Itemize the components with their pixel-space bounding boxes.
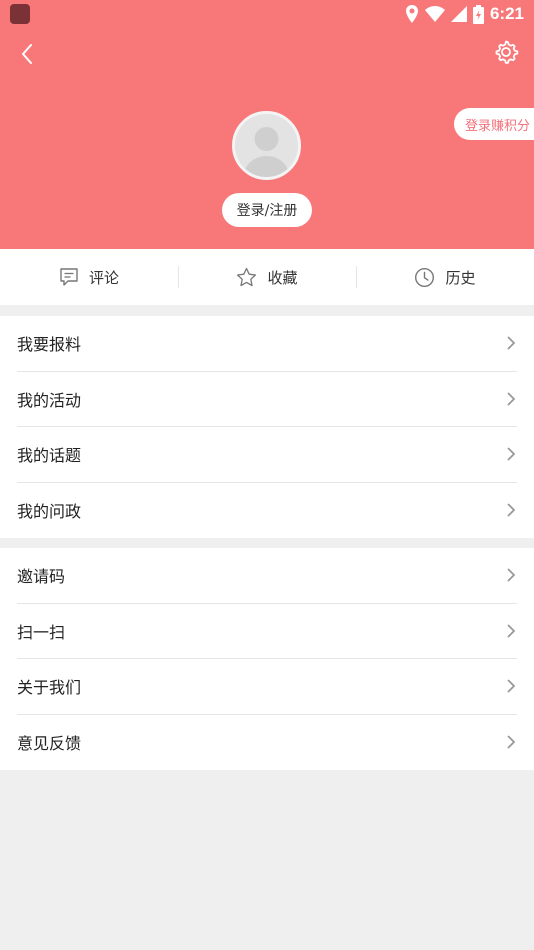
quick-action-favorites[interactable]: 收藏 [178,249,356,305]
menu-item-report-news[interactable]: 我要报料 [17,316,517,372]
menu-item-about-us[interactable]: 关于我们 [17,659,517,715]
menu-group-primary: 我要报料 我的活动 我的话题 我的问政 [0,316,534,538]
chevron-right-icon [507,679,516,693]
menu-item-label: 意见反馈 [17,734,82,754]
location-icon [405,5,418,23]
menu-group-secondary: 邀请码 扫一扫 关于我们 意见反馈 [0,548,534,770]
menu-item-scan[interactable]: 扫一扫 [17,604,517,659]
avatar[interactable] [232,111,301,180]
quick-action-label: 收藏 [267,268,298,287]
menu-item-label: 我的话题 [17,446,82,466]
back-button[interactable] [14,40,42,68]
earn-points-button[interactable]: 登录赚积分 [454,108,534,140]
wifi-icon [424,6,445,22]
battery-icon [472,4,484,24]
chevron-right-icon [507,503,516,517]
quick-actions-bar: 评论 收藏 历史 [0,249,534,305]
menu-item-invite-code[interactable]: 邀请码 [17,548,517,604]
settings-button[interactable] [492,38,520,66]
chevron-right-icon [507,447,516,461]
app-notification-icon [10,4,30,24]
chevron-right-icon [507,624,516,638]
signal-icon [450,6,467,22]
menu-item-label: 邀请码 [17,567,66,587]
chevron-right-icon [507,568,516,582]
clock-icon [415,267,435,287]
chevron-right-icon [507,336,516,350]
comment-icon [60,268,78,286]
menu-item-label: 我的问政 [17,502,82,522]
quick-action-label: 评论 [88,268,119,287]
profile-header: 6:21 登录/注册 登录赚积分 [0,0,534,249]
default-avatar-icon [235,114,298,177]
status-indicators: 6:21 [405,3,524,25]
menu-item-label: 扫一扫 [17,622,66,642]
login-register-button[interactable]: 登录/注册 [222,193,312,227]
quick-action-label: 历史 [445,268,476,287]
status-time: 6:21 [489,4,524,23]
menu-item-my-inquiries[interactable]: 我的问政 [17,483,517,539]
chevron-right-icon [507,735,516,749]
status-bar: 6:21 [0,0,534,28]
chevron-right-icon [507,392,516,406]
menu-item-label: 我的活动 [17,390,82,410]
quick-action-comments[interactable]: 评论 [0,249,178,305]
menu-item-label: 关于我们 [17,678,82,698]
gear-icon [495,40,519,64]
quick-action-history[interactable]: 历史 [356,249,534,305]
back-arrow-icon [22,44,32,64]
menu-item-label: 我要报料 [17,335,82,355]
star-icon [237,267,257,286]
menu-item-my-activities[interactable]: 我的活动 [17,372,517,427]
menu-item-my-topics[interactable]: 我的话题 [17,427,517,483]
menu-item-feedback[interactable]: 意见反馈 [17,715,517,771]
